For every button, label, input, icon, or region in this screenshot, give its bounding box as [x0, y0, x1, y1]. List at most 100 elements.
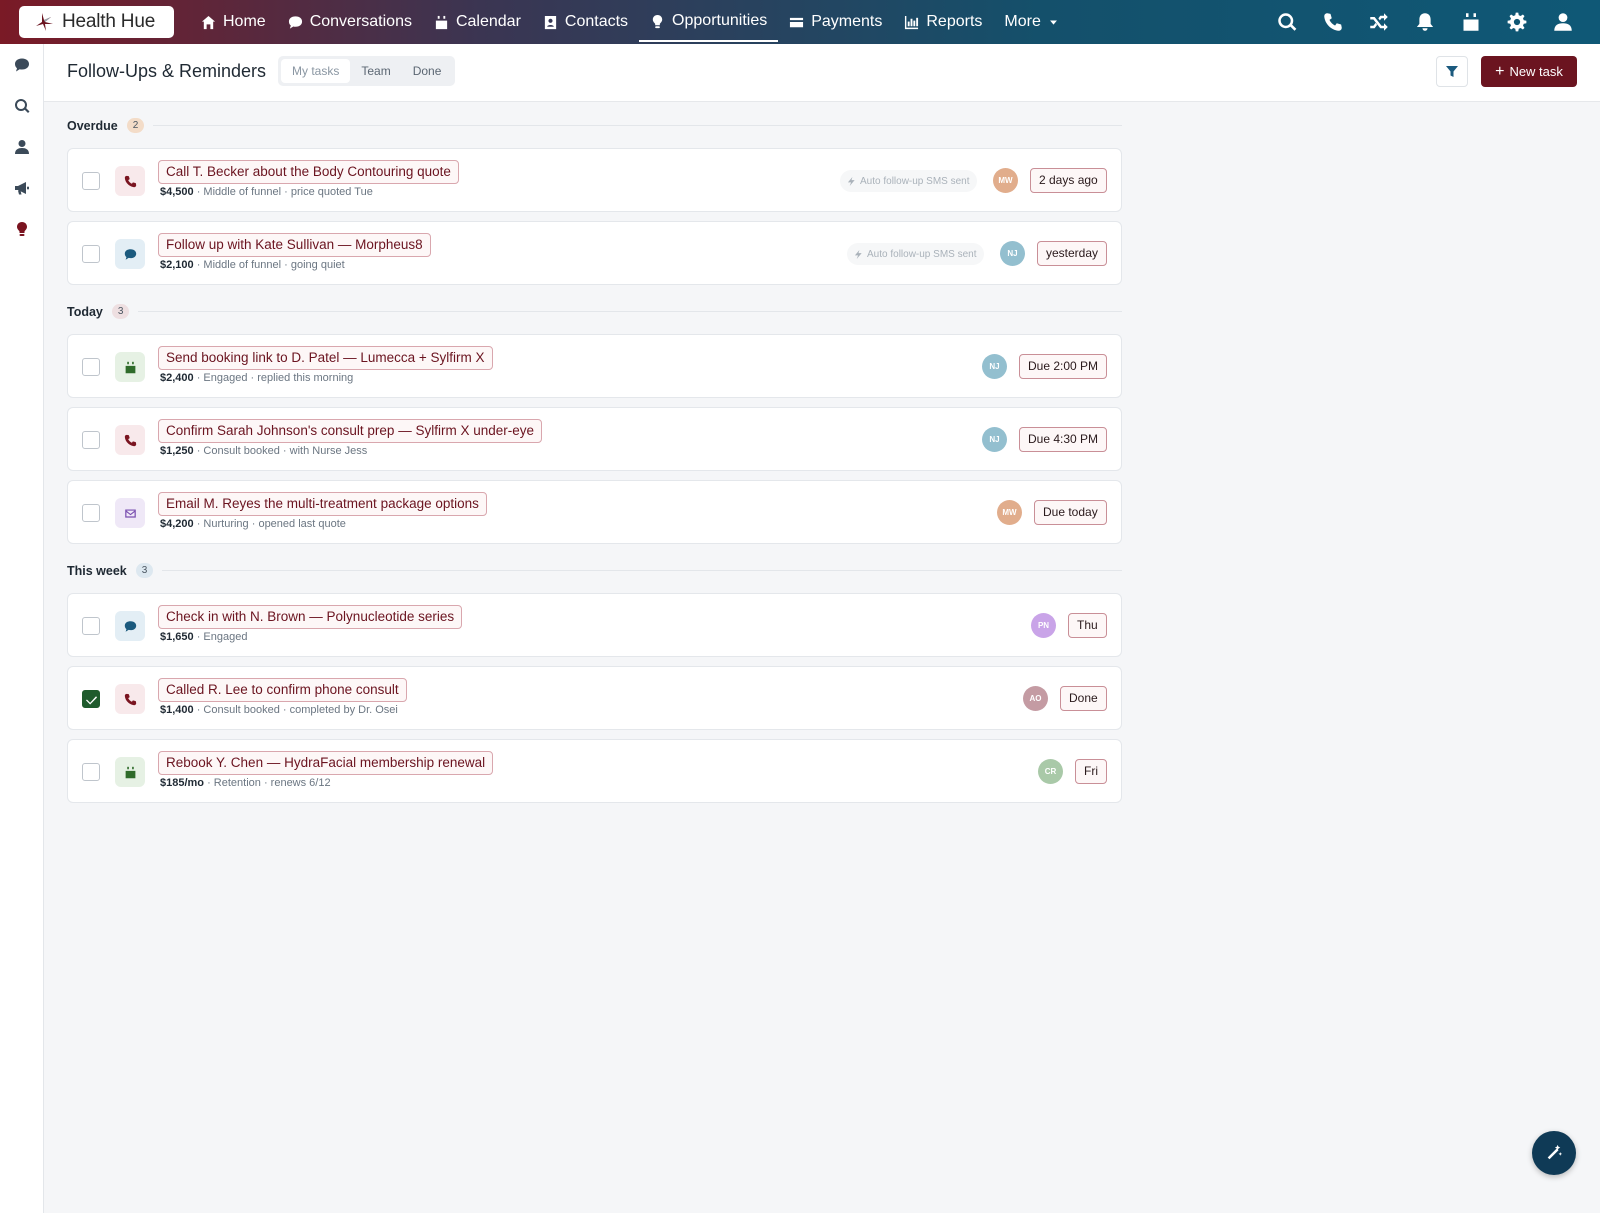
gear-button[interactable] [1494, 0, 1540, 44]
health-hue-logo-icon [36, 13, 53, 31]
bar-chart-icon [905, 15, 919, 29]
section-divider [138, 311, 1122, 312]
section-count-badge: 2 [126, 118, 145, 133]
new-task-button[interactable]: + New task [1481, 56, 1577, 87]
task-card: Send booking link to D. Patel — Lumecca … [67, 334, 1122, 398]
rail-chat-button[interactable] [12, 55, 32, 75]
task-card: Confirm Sarah Johnson's consult prep — S… [67, 407, 1122, 471]
filter-button[interactable] [1436, 56, 1468, 87]
task-checkbox[interactable] [82, 245, 100, 263]
rail-search-button[interactable] [12, 96, 32, 116]
tab-team[interactable]: Team [350, 59, 401, 83]
left-rail [0, 44, 44, 1213]
tab-my-tasks[interactable]: My tasks [281, 59, 351, 83]
task-checkbox[interactable] [82, 763, 100, 781]
task-title[interactable]: Email M. Reyes the multi-treatment packa… [158, 492, 487, 516]
task-details: · Consult booked · with Nurse Jess [193, 445, 368, 457]
nav-item-label: Calendar [455, 13, 521, 30]
task-checkbox[interactable] [82, 690, 100, 708]
check-icon [85, 695, 97, 705]
task-title[interactable]: Check in with N. Brown — Polynucleotide … [158, 605, 463, 629]
due-badge[interactable]: Due today [1034, 500, 1107, 525]
due-badge[interactable]: 2 days ago [1030, 168, 1107, 193]
section-count-badge: 3 [135, 563, 154, 578]
ai-assist-button[interactable] [1532, 1131, 1576, 1175]
task-title[interactable]: Called R. Lee to confirm phone consult [158, 678, 407, 702]
nav-item-label: Opportunities [672, 12, 768, 29]
task-meta: $1,400 · Consult booked · completed by D… [160, 704, 398, 716]
due-badge[interactable]: Fri [1075, 759, 1107, 784]
task-meta: $1,250 · Consult booked · with Nurse Jes… [160, 445, 367, 457]
task-title[interactable]: Call T. Becker about the Body Contouring… [158, 160, 459, 184]
phone-icon [1324, 13, 1342, 31]
auto-followup-text: Auto follow-up SMS sent [860, 175, 970, 187]
task-checkbox[interactable] [82, 431, 100, 449]
assignee-avatar[interactable]: AO [1023, 686, 1048, 711]
nav-item-label: Contacts [564, 13, 629, 30]
credit-card-icon [790, 17, 804, 27]
rail-lightbulb-button[interactable] [12, 219, 32, 239]
assignee-avatar[interactable]: CR [1038, 759, 1063, 784]
logo-text: Health Hue [62, 11, 156, 32]
search-icon [15, 99, 30, 113]
task-amount: $185/mo [160, 777, 205, 789]
bell-button[interactable] [1402, 0, 1448, 44]
task-type-email [115, 498, 145, 528]
task-details: · Nurturing · opened last quote [193, 518, 346, 530]
task-meta: $2,400 · Engaged · replied this morning [160, 372, 353, 384]
task-checkbox[interactable] [82, 172, 100, 190]
task-card: Called R. Lee to confirm phone consult $1… [67, 666, 1122, 730]
user-icon [1554, 13, 1572, 31]
nav-item-label: Payments [811, 13, 883, 30]
task-title[interactable]: Rebook Y. Chen — HydraFacial membership … [158, 751, 494, 775]
assignee-avatar[interactable]: MW [997, 500, 1022, 525]
contact-card-icon [544, 15, 557, 29]
task-card: Rebook Y. Chen — HydraFacial membership … [67, 739, 1122, 803]
auto-followup-pill: Auto follow-up SMS sent [847, 243, 984, 265]
task-type-chat [115, 611, 145, 641]
task-title[interactable]: Send booking link to D. Patel — Lumecca … [158, 346, 493, 370]
due-badge[interactable]: yesterday [1037, 241, 1108, 266]
auto-followup-pill: Auto follow-up SMS sent [840, 170, 977, 192]
nav-item-label: Reports [926, 13, 983, 30]
user-button[interactable] [1540, 0, 1586, 44]
nav-item-payments[interactable]: Payments [778, 2, 893, 42]
lightbulb-icon [17, 222, 27, 236]
search-button[interactable] [1264, 0, 1310, 44]
nav-item-more[interactable]: More [993, 2, 1069, 42]
due-badge[interactable]: Due 4:30 PM [1019, 427, 1108, 452]
due-badge[interactable]: Thu [1068, 613, 1107, 638]
assignee-avatar[interactable]: MW [993, 168, 1018, 193]
task-meta: $185/mo · Retention · renews 6/12 [160, 777, 331, 789]
rail-user-button[interactable] [12, 137, 32, 157]
app-logo[interactable]: Health Hue [19, 6, 174, 38]
assignee-avatar[interactable]: NJ [982, 427, 1007, 452]
nav-item-home[interactable]: Home [190, 2, 277, 42]
assignee-avatar[interactable]: NJ [982, 354, 1007, 379]
calendar-button[interactable] [1448, 0, 1494, 44]
task-checkbox[interactable] [82, 504, 100, 522]
due-badge[interactable]: Due 2:00 PM [1019, 354, 1108, 379]
gear-icon [1507, 12, 1527, 32]
assignee-avatar[interactable]: NJ [1000, 241, 1025, 266]
nav-item-conversations[interactable]: Conversations [277, 2, 423, 42]
nav-item-reports[interactable]: Reports [893, 2, 993, 42]
nav-item-calendar[interactable]: Calendar [423, 2, 532, 42]
tab-done[interactable]: Done [402, 59, 453, 83]
shuffle-icon [1370, 13, 1388, 31]
task-card: Call T. Becker about the Body Contouring… [67, 148, 1122, 212]
nav-item-contacts[interactable]: Contacts [532, 2, 639, 42]
task-checkbox[interactable] [82, 617, 100, 635]
megaphone-icon [15, 182, 29, 195]
shuffle-button[interactable] [1356, 0, 1402, 44]
due-badge[interactable]: Done [1060, 686, 1107, 711]
task-title[interactable]: Follow up with Kate Sullivan — Morpheus8 [158, 233, 431, 257]
calendar-icon [125, 361, 135, 373]
calendar-icon [435, 15, 448, 29]
phone-button[interactable] [1310, 0, 1356, 44]
assignee-avatar[interactable]: PN [1031, 613, 1056, 638]
nav-item-opportunities[interactable]: Opportunities [639, 2, 779, 42]
task-checkbox[interactable] [82, 358, 100, 376]
rail-megaphone-button[interactable] [12, 178, 32, 198]
task-title[interactable]: Confirm Sarah Johnson's consult prep — S… [158, 419, 542, 443]
